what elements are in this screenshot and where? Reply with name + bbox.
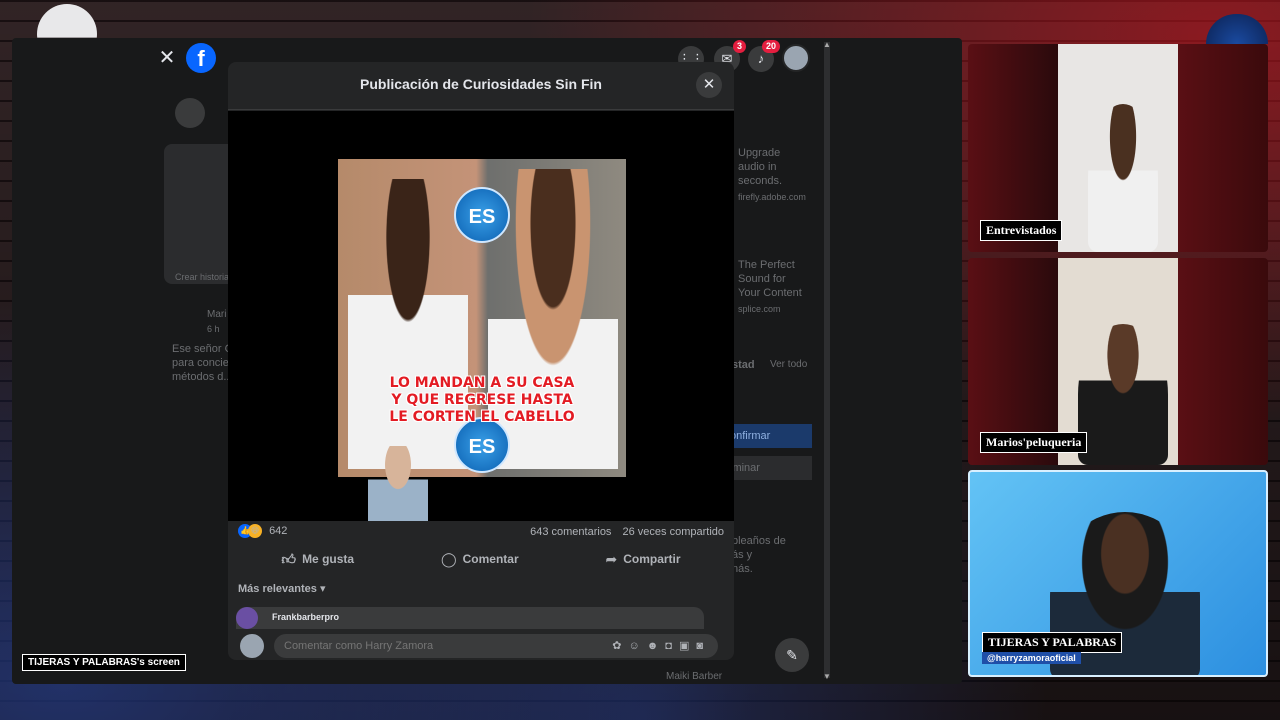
modal-header: Publicación de Curiosidades Sin Fin ✕ <box>228 62 734 110</box>
post-media[interactable]: ES ES LO MANDAN A SU CASA Y QUE REGRESE … <box>228 111 734 521</box>
commenter-avatar[interactable] <box>236 607 258 629</box>
like-label: Me gusta <box>302 552 355 566</box>
share-arrow-icon: ➦ <box>605 550 618 567</box>
avatar-sticker-icon[interactable]: ✿ <box>612 640 628 652</box>
reaction-count[interactable]: 642 <box>269 525 287 537</box>
composer-avatar-bg <box>175 98 205 128</box>
comments-count[interactable]: 643 comentarios <box>530 526 611 538</box>
sticker-icon[interactable]: ☺ <box>628 640 646 652</box>
participant-video <box>1078 324 1168 465</box>
notifications-badge: 20 <box>761 40 780 53</box>
participant-handle: @harryzamoraoficial <box>982 652 1081 664</box>
contact-name[interactable]: Maiki Barber <box>666 670 722 684</box>
scrollbar[interactable] <box>824 42 830 678</box>
birthday-header: stad <box>732 359 755 371</box>
see-all-link[interactable]: Ver todo <box>770 358 807 372</box>
participant-name: TIJERAS Y PALABRAS <box>982 632 1123 653</box>
confirm-button[interactable]: onfirmar <box>722 424 812 448</box>
modal-close-icon[interactable]: ✕ <box>696 72 722 98</box>
share-button[interactable]: ➦ Compartir <box>605 551 680 568</box>
participant-tile-marios: Marios'peluqueria <box>968 258 1268 465</box>
participant-video <box>1088 104 1158 252</box>
comment-composer: ✿☺☻◘▣◙ <box>238 634 724 660</box>
comment-bubble-icon: ◯ <box>440 550 457 567</box>
haha-reaction-icon: 😆 <box>248 524 262 538</box>
post-modal: Publicación de Curiosidades Sin Fin ✕ ES… <box>228 62 734 660</box>
composer-toolbar: ✿☺☻◘▣◙ <box>612 639 710 652</box>
modal-title: Publicación de Curiosidades Sin Fin <box>360 76 602 92</box>
post-actions: 👍︎ Me gusta ◯ Comentar ➦ Compartir <box>238 544 724 574</box>
messenger-badge: 3 <box>732 40 746 53</box>
participant-tile-host: TIJERAS Y PALABRAS @harryzamoraoficial <box>968 470 1268 677</box>
close-icon[interactable]: ✕ <box>157 48 177 68</box>
notifications-bell-icon[interactable]: ♪ 20 <box>748 40 780 72</box>
thumbs-up-icon: 👍︎ <box>281 550 297 567</box>
chevron-down-icon: ▾ <box>319 583 326 595</box>
comment-label: Comentar <box>462 552 519 566</box>
reactions-row: 👍😆 642 643 comentarios 26 veces comparti… <box>238 524 724 542</box>
facebook-logo-icon[interactable]: f <box>186 43 216 73</box>
commenter-name[interactable]: Frankbarberpro <box>272 612 339 622</box>
caption-line: LE CORTEN EL CABELLO <box>389 409 575 425</box>
ad-upgrade-audio[interactable]: Upgrade audio in seconds. <box>738 146 782 188</box>
post-photo: ES ES LO MANDAN A SU CASA Y QUE REGRESE … <box>338 159 626 477</box>
composer-avatar <box>240 634 264 658</box>
profile-avatar[interactable] <box>782 44 810 72</box>
delete-button[interactable]: iminar <box>722 456 812 480</box>
scroll-down-arrow-icon[interactable]: ▼ <box>823 672 831 681</box>
post-author: Mari <box>207 309 227 320</box>
birthday-text: pleaños de ás y nás. <box>732 535 786 575</box>
shares-count[interactable]: 26 veces compartido <box>623 526 725 538</box>
sort-label: Más relevantes <box>238 583 317 595</box>
reaction-icons[interactable]: 👍😆 <box>238 524 265 538</box>
scroll-up-arrow-icon[interactable]: ▲ <box>823 40 831 49</box>
share-label: Compartir <box>623 552 681 566</box>
screen-share-label: TIJERAS Y PALABRAS's screen <box>22 654 186 671</box>
screen-share-window: Crear historia Mari 6 h Ese señor C para… <box>12 38 962 684</box>
es-logo-top: ES <box>454 187 510 243</box>
emoji-icon[interactable]: ☻ <box>647 640 666 652</box>
comment-button[interactable]: ◯ Comentar <box>441 551 519 568</box>
participant-name: Entrevistados <box>980 220 1063 241</box>
caption-line: LO MANDAN A SU CASA <box>389 375 575 391</box>
post-text: Ese señor C para concie métodos d... <box>172 343 233 383</box>
gif-icon[interactable]: ▣ <box>679 640 696 652</box>
ad-domain-splice: splice.com <box>738 304 781 314</box>
sticker-pack-icon[interactable]: ◙ <box>696 640 710 652</box>
ad-perfect-sound[interactable]: The Perfect Sound for Your Content <box>738 258 802 300</box>
new-message-edit-icon[interactable]: ✎ <box>775 638 809 672</box>
camera-icon[interactable]: ◘ <box>665 640 679 652</box>
caption-line: Y QUE REGRESE HASTA <box>391 392 573 408</box>
comment-preview: Frankbarberpro <box>236 607 704 629</box>
ad-domain-adobe: firefly.adobe.com <box>738 192 806 202</box>
like-button[interactable]: 👍︎ Me gusta <box>281 551 354 568</box>
participant-tile-entrevistados: Entrevistados <box>968 44 1268 252</box>
media-caption: LO MANDAN A SU CASA Y QUE REGRESE HASTA … <box>338 375 626 426</box>
participant-name: Marios'peluqueria <box>980 432 1088 453</box>
story-label: Crear historia <box>175 272 230 282</box>
thinking-man-sticker <box>368 446 428 521</box>
comment-sort-dropdown[interactable]: Más relevantes ▾ <box>238 582 325 595</box>
post-time: 6 h <box>207 324 220 334</box>
